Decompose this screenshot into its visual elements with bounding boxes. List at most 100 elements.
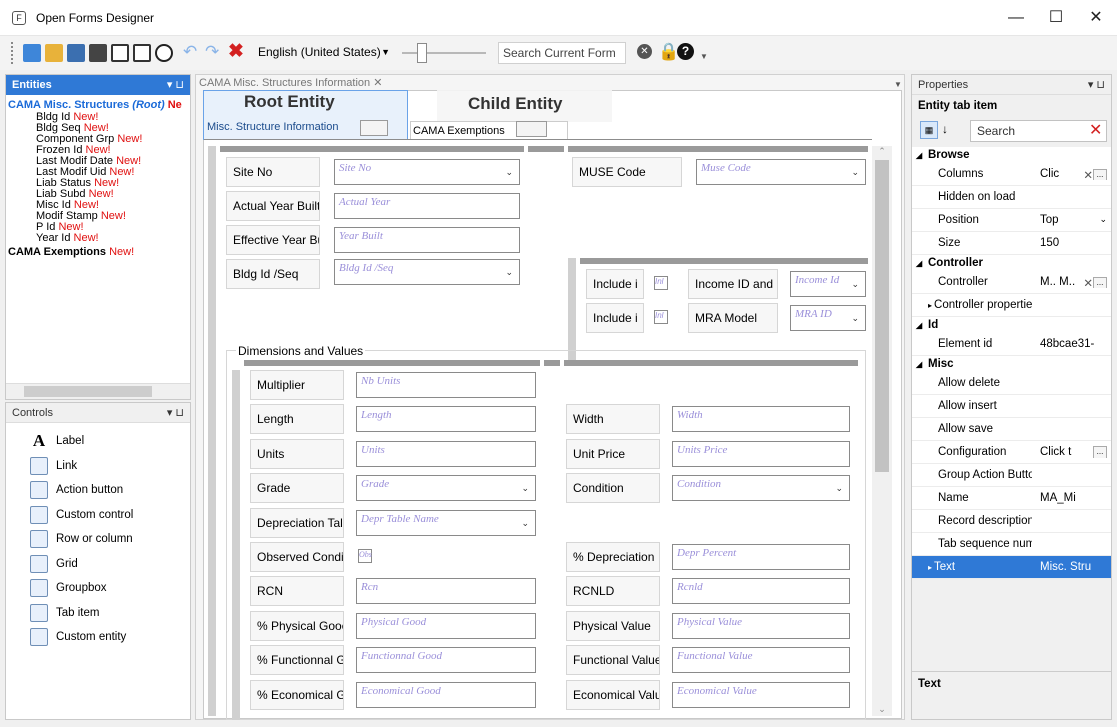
column-handle-bar[interactable]	[528, 146, 564, 152]
row-handle-bar[interactable]	[208, 146, 216, 716]
row-handle-bar[interactable]	[232, 370, 240, 720]
dim-field-input[interactable]: Rcnld	[672, 578, 850, 605]
scroll-down-icon[interactable]: ⌄	[872, 704, 892, 716]
mra-id-select[interactable]: MRA ID ⌄	[790, 305, 866, 331]
control-item[interactable]: Grid	[30, 552, 190, 577]
property-row[interactable]: Columns Clic ✕...	[912, 163, 1111, 186]
dim-field-input[interactable]: Condition ⌄	[672, 475, 850, 502]
column-handle-bar[interactable]	[544, 360, 560, 366]
dim-field-input[interactable]: Nb Units	[356, 372, 536, 398]
entity-field-item[interactable]: Year Id New!	[8, 233, 190, 244]
scroll-up-icon[interactable]: ⌃	[872, 146, 892, 158]
property-category[interactable]: ◢ Controller	[912, 255, 1111, 271]
control-item[interactable]: Tab item	[30, 601, 190, 626]
property-row[interactable]: ▸ Controller properties	[912, 294, 1111, 317]
actual-year-input[interactable]: Actual Year	[334, 193, 520, 219]
control-item[interactable]: Row or column	[30, 527, 190, 552]
income-id-select[interactable]: Income Id ⌄	[790, 271, 866, 297]
property-row[interactable]: Size 150	[912, 232, 1111, 255]
clear-search-icon[interactable]: ✕	[1089, 120, 1102, 140]
dim-field-input[interactable]: Grade ⌄	[356, 475, 536, 502]
dim-field-input[interactable]: Functional Value	[672, 647, 850, 674]
column-handle-bar[interactable]	[564, 360, 858, 366]
property-row[interactable]: Group Action Buttons	[912, 464, 1111, 487]
toolbar-grip[interactable]	[11, 42, 14, 64]
muse-code-select[interactable]: Muse Code ⌄	[696, 159, 866, 185]
reset-icon[interactable]: ✕	[1083, 170, 1093, 180]
properties-search-input[interactable]: Search	[970, 120, 1107, 142]
property-row[interactable]: Position Top ⌄	[912, 209, 1111, 232]
column-handle-bar[interactable]	[244, 360, 540, 366]
pin-icon[interactable]: ▾ ⊔	[1088, 75, 1105, 95]
expand-icon[interactable]: ▸	[928, 563, 932, 572]
property-category[interactable]: ◢ Browse	[912, 147, 1111, 163]
property-row[interactable]: Allow save✕...	[912, 418, 1111, 441]
row-handle-bar[interactable]	[568, 258, 576, 364]
new-form-icon[interactable]	[23, 44, 41, 62]
property-value[interactable]: MA_Mi	[1032, 492, 1111, 504]
sort-alpha-icon[interactable]: ↓	[942, 122, 948, 136]
disable-icon[interactable]	[155, 44, 173, 62]
entities-hscrollbar[interactable]	[6, 383, 190, 399]
observed-checkbox[interactable]: Obs	[358, 549, 372, 563]
collapse-icon[interactable]: ◢	[912, 321, 928, 330]
save-as-icon[interactable]	[89, 44, 107, 62]
dim-field-input[interactable]: Physical Good	[356, 612, 536, 639]
property-row[interactable]: Allow delete✕...	[912, 372, 1111, 395]
language-select[interactable]: English (United States) ▼	[254, 42, 394, 64]
tab-handle[interactable]	[516, 121, 547, 137]
expand-icon[interactable]: ▸	[928, 301, 932, 310]
column-handle-bar[interactable]	[220, 146, 524, 152]
ellipsis-button[interactable]: ...	[1093, 446, 1107, 458]
pin-icon[interactable]: ▾ ⊔	[167, 75, 184, 95]
search-form-input[interactable]: Search Current Form	[498, 42, 626, 64]
collapse-icon[interactable]: ◢	[912, 259, 928, 268]
property-row[interactable]: ▸ Text Misc. Stru	[912, 556, 1111, 579]
dim-field-input[interactable]: Length	[356, 406, 536, 433]
close-window-button[interactable]: ✕	[1076, 6, 1116, 30]
dim-field-input[interactable]: Economical Value	[672, 681, 850, 708]
maximize-button[interactable]: ☐	[1036, 6, 1076, 30]
zoom-slider-track[interactable]	[402, 52, 486, 54]
control-item[interactable]: Groupbox	[30, 576, 190, 601]
lock-icon[interactable]: 🔒	[658, 42, 679, 62]
control-item[interactable]: Link	[30, 454, 190, 479]
property-category[interactable]: ◢ Misc	[912, 356, 1111, 372]
zoom-slider-thumb[interactable]	[417, 43, 427, 63]
property-value[interactable]: Misc. Stru	[1032, 561, 1111, 573]
property-value[interactable]: Click t...	[1032, 446, 1111, 458]
toolbar-overflow-icon[interactable]: ▼	[700, 52, 708, 61]
dim-field-input[interactable]: Physical Value	[672, 612, 850, 639]
close-tab-icon[interactable]: ✕	[373, 77, 382, 89]
include-checkbox-2[interactable]: Inl	[654, 310, 668, 324]
ellipsis-button[interactable]: ...	[1093, 276, 1107, 288]
property-row[interactable]: Allow insert✕...	[912, 395, 1111, 418]
save-icon[interactable]	[67, 44, 85, 62]
dim-field-input[interactable]: Rcn	[356, 578, 536, 605]
property-row[interactable]: Record description✕...	[912, 510, 1111, 533]
dim-field-input[interactable]: Depr Percent	[672, 544, 850, 570]
hscroll-thumb[interactable]	[24, 386, 152, 397]
categorized-icon[interactable]: ▦	[920, 121, 938, 139]
property-value[interactable]: M.. M.. ✕...	[1032, 276, 1111, 288]
property-row[interactable]: Element id 48bcae31-	[912, 333, 1111, 356]
collapse-icon[interactable]: ◢	[912, 151, 928, 160]
dim-field-input[interactable]: Depr Table Name ⌄	[356, 509, 536, 536]
property-row[interactable]: Tab sequence number	[912, 533, 1111, 556]
dim-field-input[interactable]: Economical Good	[356, 681, 536, 708]
document-menu-icon[interactable]: ▼	[894, 80, 902, 89]
control-item[interactable]: Custom control	[30, 503, 190, 528]
property-row[interactable]: Name MA_Mi	[912, 487, 1111, 510]
dim-field-input[interactable]: Functionnal Good	[356, 647, 536, 674]
dim-field-input[interactable]: Units	[356, 440, 536, 467]
open-folder-icon[interactable]	[45, 44, 63, 62]
document-tab[interactable]: CAMA Misc. Structures Information ✕	[199, 76, 382, 89]
property-actions[interactable]: ✕...	[1083, 168, 1107, 180]
property-category[interactable]: ◢ Id	[912, 317, 1111, 333]
redo-icon[interactable]: ↷	[205, 42, 219, 62]
form-vscrollbar[interactable]: ⌃ ⌄	[872, 146, 892, 716]
chevron-down-icon[interactable]: ⌄	[1099, 214, 1107, 225]
undo-icon[interactable]: ↶	[183, 42, 197, 62]
dim-field-input[interactable]: Width	[672, 406, 850, 433]
control-item[interactable]: Custom entity	[30, 625, 190, 650]
